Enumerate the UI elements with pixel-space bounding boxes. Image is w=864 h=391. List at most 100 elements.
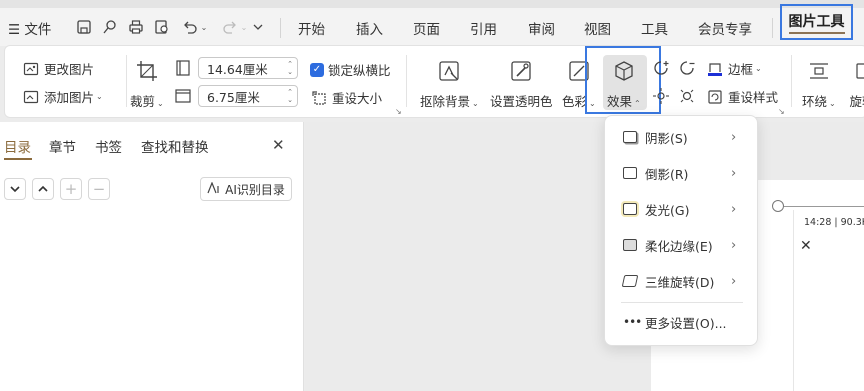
tab-picture-tools-label: 图片工具 xyxy=(788,11,845,34)
add-picture-button[interactable]: 添加图片 ⌄ xyxy=(22,87,103,106)
menu-item-soft-edge[interactable]: 柔化边缘(E) › xyxy=(605,230,757,260)
crop-label: 裁剪 xyxy=(130,94,156,109)
chevron-up-icon xyxy=(38,185,48,192)
search-doc-icon[interactable] xyxy=(100,17,120,37)
close-icon[interactable]: ✕ xyxy=(800,238,812,254)
menu-item-3d-rotation[interactable]: 三维旋转(D) › xyxy=(605,266,757,296)
menu-item-reflection[interactable]: 倒影(R) › xyxy=(605,158,757,188)
ribbon-divider xyxy=(406,55,407,107)
reset-style-label: 重设样式 xyxy=(728,90,779,105)
tab-picture-tools[interactable]: 图片工具 xyxy=(780,4,853,40)
remove-heading-button[interactable]: − xyxy=(88,178,110,200)
brightness-up-icon[interactable] xyxy=(652,59,670,81)
contrast-up-icon[interactable] xyxy=(652,87,670,109)
print-icon[interactable] xyxy=(126,17,146,37)
change-picture-button[interactable]: 更改图片 xyxy=(22,59,94,78)
menu-divider xyxy=(280,18,281,38)
more-quick-access-icon[interactable] xyxy=(248,17,268,37)
minus-icon: − xyxy=(92,180,106,198)
ribbon-divider xyxy=(126,55,127,107)
ribbon-launcher-icon[interactable]: ↘ xyxy=(778,107,785,116)
tab-start[interactable]: 开始 xyxy=(298,18,325,38)
tab-insert[interactable]: 插入 xyxy=(356,18,383,38)
effects-menu: 阴影(S) › 倒影(R) › 发光(G) › 柔化边缘(E) › 三维旋转(D… xyxy=(604,115,758,346)
add-heading-button[interactable]: + xyxy=(60,178,82,200)
file-label: 文件 xyxy=(24,22,52,38)
ai-toc-label: AI识别目录 xyxy=(225,182,285,197)
navigation-panel: 目录 章节 书签 查找和替换 ✕ + − AI识别目录 xyxy=(0,122,304,391)
chevron-right-icon: › xyxy=(731,165,737,181)
reset-style-button[interactable]: 重设样式 xyxy=(706,87,778,106)
height-stepper[interactable]: ⌃ ⌄ xyxy=(287,88,293,104)
glow-icon xyxy=(623,203,637,215)
color-label: 色彩 xyxy=(562,94,588,109)
ribbon-launcher-icon[interactable]: ↘ xyxy=(395,107,402,116)
redo-icon[interactable] xyxy=(220,17,240,37)
tab-find-replace[interactable]: 查找和替换 xyxy=(141,136,209,156)
remove-background-button[interactable]: 抠除背景 ⌄ xyxy=(420,57,479,110)
rotate-button[interactable]: 旋转 xyxy=(848,57,864,110)
wrap-icon xyxy=(805,57,833,85)
tab-review[interactable]: 审阅 xyxy=(528,18,555,38)
brightness-down-icon[interactable] xyxy=(678,59,696,81)
save-icon[interactable] xyxy=(74,17,94,37)
3d-rotate-icon xyxy=(621,275,639,287)
tab-reference[interactable]: 引用 xyxy=(470,18,497,38)
crop-button[interactable]: 裁剪 ⌄ xyxy=(130,57,164,110)
menu-icon: ☰ xyxy=(8,22,25,38)
menu-divider xyxy=(621,302,743,303)
width-input[interactable]: 14.64厘米 ⌃ ⌄ xyxy=(198,57,298,79)
tab-page[interactable]: 页面 xyxy=(413,18,440,38)
title-strip xyxy=(0,0,864,8)
chevron-right-icon: › xyxy=(731,273,737,289)
tab-bookmarks[interactable]: 书签 xyxy=(95,136,122,156)
expand-button[interactable] xyxy=(32,178,54,200)
menu-item-glow[interactable]: 发光(G) › xyxy=(605,194,757,224)
chevron-down-icon xyxy=(10,186,20,193)
add-picture-label: 添加图片 xyxy=(44,90,95,105)
image-top-edge xyxy=(784,206,864,207)
checkmark-icon: ✓ xyxy=(310,62,324,77)
lock-ratio-checkbox[interactable]: ✓ 锁定纵横比 xyxy=(310,60,391,79)
crop-icon xyxy=(133,57,161,85)
menu-item-label: 阴影(S) xyxy=(645,130,688,146)
menu-item-label: 柔化边缘(E) xyxy=(645,238,713,254)
wrap-button[interactable]: 环绕 ⌄ xyxy=(802,57,836,110)
collapse-button[interactable] xyxy=(4,178,26,200)
remove-background-icon xyxy=(435,57,463,85)
height-icon xyxy=(174,87,192,109)
print-preview-icon[interactable] xyxy=(152,17,172,37)
reset-size-icon xyxy=(310,89,328,107)
file-menu[interactable]: ☰ 文件 xyxy=(8,18,51,38)
width-icon xyxy=(174,59,192,81)
tab-toc[interactable]: 目录 xyxy=(4,136,31,156)
tab-tools[interactable]: 工具 xyxy=(641,18,668,38)
undo-icon[interactable] xyxy=(180,17,200,37)
tab-membership[interactable]: 会员专享 xyxy=(698,18,752,38)
reset-size-button[interactable]: 重设大小 xyxy=(310,88,382,107)
soft-edge-icon xyxy=(623,239,637,251)
tab-sections[interactable]: 章节 xyxy=(49,136,76,156)
ai-toc-button[interactable]: AI识别目录 xyxy=(200,177,292,201)
menu-bar: ☰ 文件 ⌄ ⌄ 开始 插入 页面 引用 审阅 视图 工具 会员专享 xyxy=(0,8,864,46)
menu-item-more-settings[interactable]: ••• 更多设置(O)... xyxy=(605,307,757,337)
undo-dropdown-icon[interactable]: ⌄ xyxy=(198,17,210,37)
close-panel-icon[interactable]: ✕ xyxy=(272,136,285,154)
width-stepper[interactable]: ⌃ ⌄ xyxy=(287,60,293,76)
border-label: 边框 xyxy=(728,62,754,77)
tab-view[interactable]: 视图 xyxy=(584,18,611,38)
border-icon xyxy=(706,60,724,78)
menu-item-shadow[interactable]: 阴影(S) › xyxy=(605,122,757,152)
rotate-label: 旋转 xyxy=(849,94,864,109)
set-transparent-button[interactable]: 设置透明色 xyxy=(490,57,553,110)
menu-item-label: 三维旋转(D) xyxy=(645,274,715,290)
resize-handle[interactable] xyxy=(772,200,784,212)
page-info-text: 14:28 | 90.3K/ xyxy=(804,217,864,228)
set-transparent-label: 设置透明色 xyxy=(490,94,553,109)
contrast-down-icon[interactable] xyxy=(678,87,696,109)
transparent-color-icon xyxy=(507,57,535,85)
border-button[interactable]: 边框 ⌄ xyxy=(706,59,762,78)
wrap-label: 环绕 xyxy=(802,94,828,109)
lock-ratio-label: 锁定纵横比 xyxy=(328,63,391,78)
height-input[interactable]: 6.75厘米 ⌃ ⌄ xyxy=(198,85,298,107)
